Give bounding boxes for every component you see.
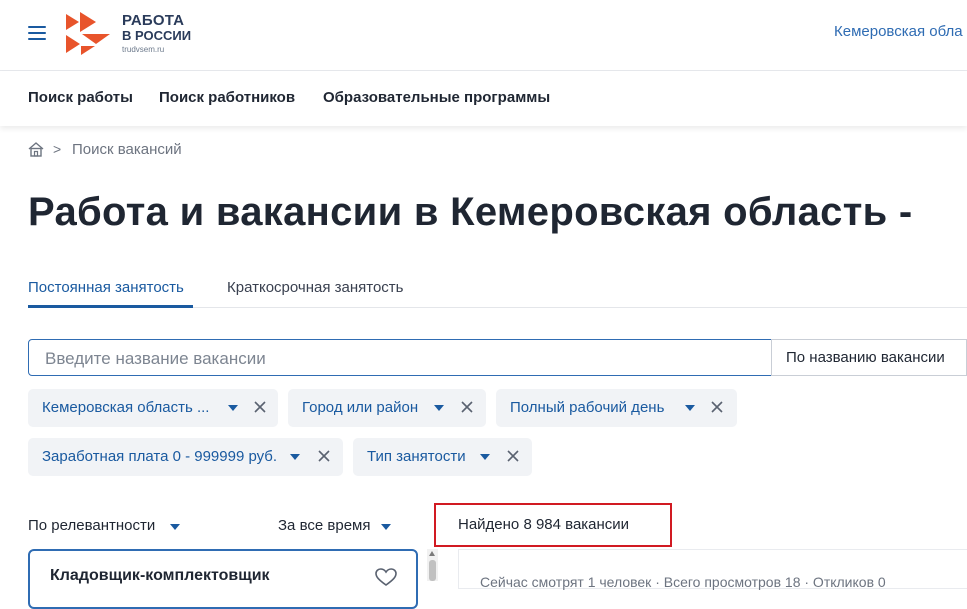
breadcrumb-separator: > (53, 141, 62, 157)
filter-label: Тип занятости (367, 448, 466, 465)
caret-down-icon[interactable] (290, 454, 300, 460)
filter-chip-schedule[interactable]: Полный рабочий день (496, 389, 737, 427)
scroll-up-icon[interactable] (429, 551, 435, 556)
filter-label: Заработная плата 0 - 999999 руб. (42, 448, 278, 465)
logo-subtitle: В РОССИИ (122, 28, 192, 43)
home-icon[interactable] (28, 141, 44, 157)
sort-period[interactable]: За все время (278, 517, 370, 534)
active-tab-indicator (28, 305, 193, 308)
logo-icon[interactable] (64, 10, 112, 56)
caret-down-icon[interactable] (170, 524, 180, 530)
heart-icon[interactable] (374, 567, 398, 587)
close-icon[interactable] (460, 400, 474, 414)
search-mode-select[interactable]: По названию вакансии (771, 339, 967, 376)
vacancy-title[interactable]: Кладовщик-комплектовщик (50, 567, 270, 585)
scrollbar-thumb[interactable] (429, 560, 436, 581)
filter-label: Полный рабочий день (510, 399, 665, 416)
sort-relevance[interactable]: По релевантности (28, 517, 155, 534)
filter-chip-salary[interactable]: Заработная плата 0 - 999999 руб. (28, 438, 343, 476)
vacancy-stats: Сейчас смотрят 1 человек · Всего просмот… (480, 574, 886, 590)
filter-chip-city[interactable]: Город или район (288, 389, 486, 427)
vacancy-card[interactable]: Кладовщик-комплектовщик (28, 549, 418, 609)
results-count: Найдено 8 984 вакансии (434, 503, 672, 547)
main-nav: Поиск работы Поиск работников Образовате… (0, 71, 967, 126)
breadcrumb-current: Поиск вакансий (72, 141, 182, 158)
nav-item-worker-search[interactable]: Поиск работников (159, 89, 295, 106)
caret-down-icon[interactable] (685, 405, 695, 411)
page-title: Работа и вакансии в Кемеровская область … (28, 190, 913, 234)
region-selector[interactable]: Кемеровская обла (834, 23, 963, 40)
vacancy-detail-panel: Сейчас смотрят 1 человек · Всего просмот… (458, 549, 967, 590)
menu-icon[interactable] (28, 25, 46, 41)
caret-down-icon[interactable] (228, 405, 238, 411)
site-header: РАБОТА В РОССИИ trudvsem.ru Кемеровская … (0, 0, 967, 71)
logo-domain: trudvsem.ru (122, 45, 165, 54)
caret-down-icon[interactable] (381, 524, 391, 530)
close-icon[interactable] (317, 449, 331, 463)
logo-title: РАБОТА (122, 12, 185, 29)
caret-down-icon[interactable] (480, 454, 490, 460)
tab-permanent[interactable]: Постоянная занятость (28, 279, 184, 296)
close-icon[interactable] (710, 400, 724, 414)
filter-label: Кемеровская область ... (42, 399, 210, 416)
nav-item-education[interactable]: Образовательные программы (323, 89, 550, 106)
tab-short-term[interactable]: Краткосрочная занятость (227, 279, 403, 296)
close-icon[interactable] (253, 400, 267, 414)
search-field (28, 339, 772, 377)
filter-chip-employment-type[interactable]: Тип занятости (353, 438, 532, 476)
filter-label: Город или район (302, 399, 419, 416)
filter-chip-region[interactable]: Кемеровская область ... (28, 389, 278, 427)
nav-item-job-search[interactable]: Поиск работы (28, 89, 133, 106)
close-icon[interactable] (506, 449, 520, 463)
caret-down-icon[interactable] (434, 405, 444, 411)
search-input[interactable] (43, 340, 767, 377)
